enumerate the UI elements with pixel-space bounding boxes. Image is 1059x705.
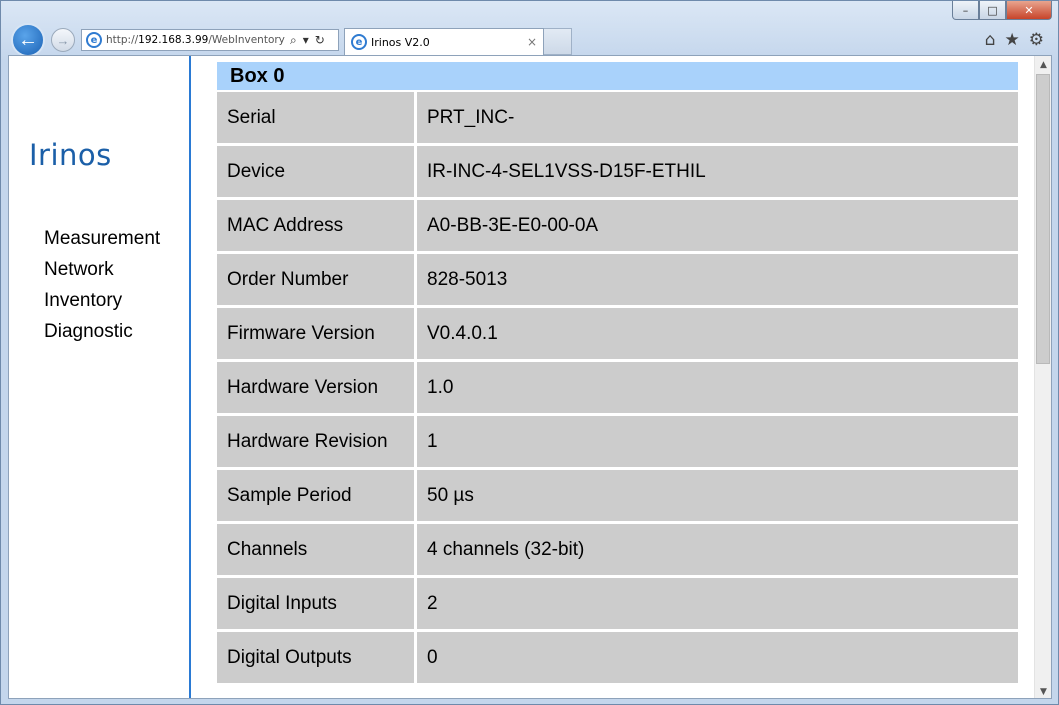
address-bar[interactable]: e http://192.168.3.99/WebInventory ⌕ ▾ ↻ bbox=[81, 29, 339, 51]
row-value: 1 bbox=[417, 416, 1018, 467]
window-controls: – □ ✕ bbox=[952, 1, 1052, 20]
gear-icon[interactable]: ⚙ bbox=[1029, 30, 1044, 50]
tab-irinos[interactable]: e Irinos V2.0 × bbox=[344, 28, 544, 55]
row-value: 50 µs bbox=[417, 470, 1018, 521]
main-content: Box 0 Serial PRT_INC- Device IR-INC-4-SEL1… bbox=[217, 62, 1018, 686]
page-viewport: Irinos Measurement Network Inventory Dia… bbox=[8, 55, 1052, 699]
arrow-right-icon: → bbox=[56, 32, 70, 48]
row-key: Channels bbox=[217, 524, 417, 575]
row-key: Hardware Version bbox=[217, 362, 417, 413]
row-value: 4 channels (32-bit) bbox=[417, 524, 1018, 575]
url-path: /WebInventory bbox=[208, 34, 285, 46]
browser-window: – □ ✕ ← → e http://192.168.3.99/WebInven… bbox=[0, 0, 1059, 705]
new-tab-button[interactable] bbox=[544, 28, 572, 55]
close-window-button[interactable]: ✕ bbox=[1006, 1, 1052, 20]
table-row: Device IR-INC-4-SEL1VSS-D15F-ETHIL bbox=[217, 146, 1018, 197]
vertical-scrollbar[interactable]: ▲ ▼ bbox=[1034, 56, 1051, 698]
row-key: Sample Period bbox=[217, 470, 417, 521]
table-row: MAC Address A0-BB-3E-E0-00-0A bbox=[217, 200, 1018, 251]
logo: Irinos bbox=[29, 138, 112, 172]
url-host: 192.168.3.99 bbox=[138, 34, 209, 46]
table-row: Hardware Version 1.0 bbox=[217, 362, 1018, 413]
back-button[interactable]: ← bbox=[11, 23, 45, 57]
table-row: Channels 4 channels (32-bit) bbox=[217, 524, 1018, 575]
maximize-button[interactable]: □ bbox=[979, 1, 1006, 20]
scroll-down-icon[interactable]: ▼ bbox=[1035, 683, 1051, 698]
refresh-icon[interactable]: ↻ bbox=[315, 33, 325, 48]
url-prefix: http:// bbox=[106, 34, 139, 46]
row-value: A0-BB-3E-E0-00-0A bbox=[417, 200, 1018, 251]
row-key: Order Number bbox=[217, 254, 417, 305]
row-value: 1.0 bbox=[417, 362, 1018, 413]
row-value: IR-INC-4-SEL1VSS-D15F-ETHIL bbox=[417, 146, 1018, 197]
url-text[interactable]: http://192.168.3.99/WebInventory bbox=[106, 34, 286, 46]
ie-tab-icon: e bbox=[351, 34, 367, 50]
row-key: Digital Inputs bbox=[217, 578, 417, 629]
table-row: Digital Inputs 2 bbox=[217, 578, 1018, 629]
table-row: Digital Outputs 0 bbox=[217, 632, 1018, 683]
sidebar: Irinos Measurement Network Inventory Dia… bbox=[9, 56, 191, 698]
sidebar-menu: Measurement Network Inventory Diagnostic bbox=[44, 223, 160, 347]
scroll-up-icon[interactable]: ▲ bbox=[1035, 56, 1051, 73]
row-value: 828-5013 bbox=[417, 254, 1018, 305]
row-key: Hardware Revision bbox=[217, 416, 417, 467]
tab-close-icon[interactable]: × bbox=[527, 35, 537, 49]
arrow-left-icon: ← bbox=[18, 28, 38, 51]
row-key: Firmware Version bbox=[217, 308, 417, 359]
minimize-button[interactable]: – bbox=[952, 1, 979, 20]
row-value: 2 bbox=[417, 578, 1018, 629]
row-value: PRT_INC- bbox=[417, 92, 1018, 143]
star-icon[interactable]: ★ bbox=[1005, 30, 1020, 50]
inventory-table: Serial PRT_INC- Device IR-INC-4-SEL1VSS-D1… bbox=[217, 89, 1018, 686]
table-row: Serial PRT_INC- bbox=[217, 92, 1018, 143]
tab-title: Irinos V2.0 bbox=[371, 35, 430, 49]
table-row: Firmware Version V0.4.0.1 bbox=[217, 308, 1018, 359]
row-key: Serial bbox=[217, 92, 417, 143]
row-key: Device bbox=[217, 146, 417, 197]
sidebar-item-inventory[interactable]: Inventory bbox=[44, 285, 160, 316]
table-row: Sample Period 50 µs bbox=[217, 470, 1018, 521]
sidebar-item-diagnostic[interactable]: Diagnostic bbox=[44, 316, 160, 347]
table-row: Order Number 828-5013 bbox=[217, 254, 1018, 305]
ie-page-icon: e bbox=[86, 32, 102, 48]
row-value: 0 bbox=[417, 632, 1018, 683]
row-key: MAC Address bbox=[217, 200, 417, 251]
forward-button[interactable]: → bbox=[51, 28, 75, 52]
chevron-down-icon[interactable]: ▾ bbox=[303, 33, 309, 48]
box-title: Box 0 bbox=[217, 62, 1018, 90]
scroll-thumb[interactable] bbox=[1036, 74, 1050, 364]
browser-toolbar: ⌂ ★ ⚙ bbox=[985, 30, 1044, 50]
sidebar-item-measurement[interactable]: Measurement bbox=[44, 223, 160, 254]
row-value: V0.4.0.1 bbox=[417, 308, 1018, 359]
row-key: Digital Outputs bbox=[217, 632, 417, 683]
home-icon[interactable]: ⌂ bbox=[985, 30, 996, 50]
table-row: Hardware Revision 1 bbox=[217, 416, 1018, 467]
search-icon[interactable]: ⌕ bbox=[290, 33, 297, 48]
sidebar-item-network[interactable]: Network bbox=[44, 254, 160, 285]
